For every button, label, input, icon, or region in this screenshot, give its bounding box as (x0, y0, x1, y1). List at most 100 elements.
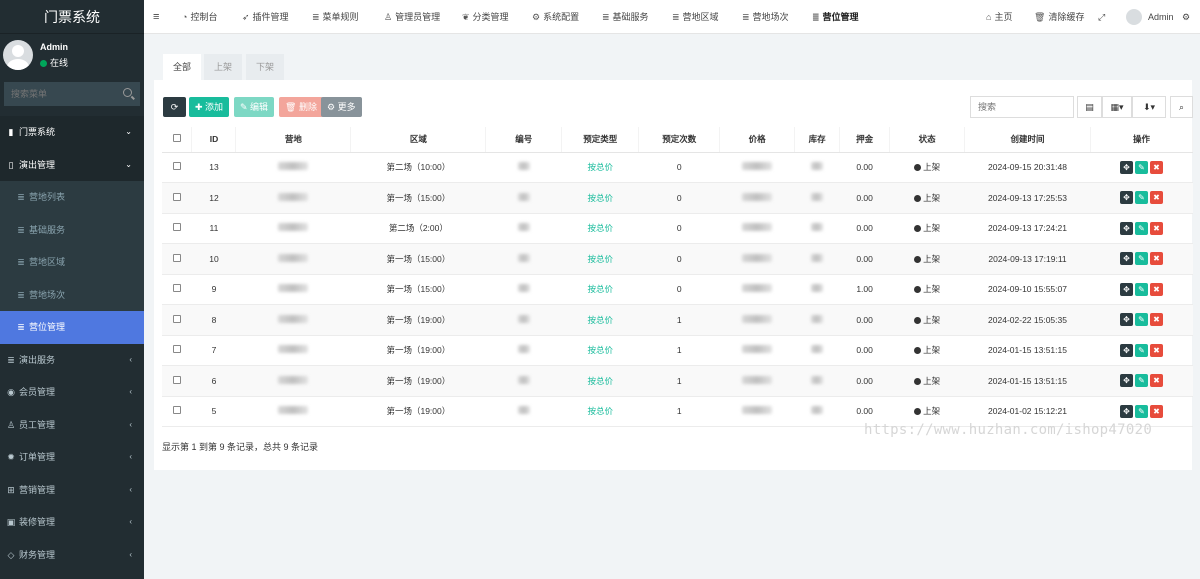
delete-trash-icon[interactable]: ✖ (1149, 160, 1163, 174)
top-nav-item[interactable]: ≣ 营地区域 (672, 0, 719, 34)
sidebar-item[interactable]: ◉ 会员管理 ‹ (0, 376, 144, 409)
sidebar-item[interactable]: ▣ 装修管理 ‹ (0, 506, 144, 539)
row-checkbox[interactable] (172, 162, 181, 171)
top-avatar[interactable] (1126, 9, 1142, 25)
top-nav-home[interactable]: ⌂ 主页 (986, 0, 1012, 34)
settings-gear-icon[interactable]: ⚙ (1182, 0, 1190, 34)
sidebar-item[interactable]: ≣ 营地场次 (0, 278, 144, 311)
top-nav-item[interactable]: ♙ 管理员管理 (384, 0, 440, 34)
cell-booking-type[interactable]: 按总价 (588, 162, 614, 172)
top-nav-item[interactable]: ⚙ 系统配置 (532, 0, 579, 34)
drag-move-icon[interactable]: ✥ (1119, 252, 1133, 266)
sidebar-item[interactable]: ♙ 员工管理 ‹ (0, 409, 144, 442)
menu-toggle-icon[interactable]: ≡ (153, 0, 159, 34)
top-nav-item[interactable]: ◔ 控制台 (182, 0, 217, 34)
sidebar-item[interactable]: ≣ 基础服务 (0, 213, 144, 246)
col-header[interactable]: 区域 (350, 127, 487, 153)
col-header[interactable]: 创建时间 (964, 127, 1091, 153)
cell-status[interactable]: 上架 (923, 406, 940, 416)
row-checkbox[interactable] (172, 223, 181, 232)
drag-move-icon[interactable]: ✥ (1119, 343, 1133, 357)
col-header[interactable]: 状态 (889, 127, 966, 153)
delete-trash-icon[interactable]: ✖ (1149, 221, 1163, 235)
delete-trash-icon[interactable]: ✖ (1149, 313, 1163, 327)
col-header[interactable]: 营地 (235, 127, 352, 153)
add-button[interactable]: ✚ 添加 (189, 97, 230, 117)
cell-booking-type[interactable]: 按总价 (588, 254, 614, 264)
cell-status[interactable]: 上架 (923, 345, 940, 355)
col-header[interactable]: 预定次数 (638, 127, 721, 153)
tab-off-shelf[interactable]: 下架 (246, 54, 285, 80)
top-nav-item[interactable]: ≣ 基础服务 (602, 0, 649, 34)
delete-button[interactable]: 🗑 删除 (279, 97, 323, 117)
edit-pencil-icon[interactable]: ✎ (1134, 313, 1148, 327)
row-checkbox[interactable] (172, 192, 181, 201)
refresh-button[interactable]: ⟳ (163, 97, 186, 117)
drag-move-icon[interactable]: ✥ (1119, 404, 1133, 418)
col-header[interactable]: 预定类型 (561, 127, 640, 153)
edit-pencil-icon[interactable]: ✎ (1134, 282, 1148, 296)
select-all-checkbox[interactable] (172, 134, 181, 143)
top-nav-item[interactable]: ≣ 菜单规则 (312, 0, 359, 34)
cell-booking-type[interactable]: 按总价 (588, 406, 614, 416)
delete-trash-icon[interactable]: ✖ (1149, 252, 1163, 266)
cell-booking-type[interactable]: 按总价 (588, 284, 614, 294)
edit-pencil-icon[interactable]: ✎ (1134, 191, 1148, 205)
row-checkbox[interactable] (172, 284, 181, 293)
cell-status[interactable]: 上架 (923, 162, 940, 172)
table-row[interactable]: 9 第一场（15:00） 按总价 0 1.00 上架 2024-09-10 15:55:07… (162, 274, 1193, 305)
table-row[interactable]: 11 第二场（2:00） 按总价 0 0.00 上架 2024-09-13 17:24:21… (162, 213, 1193, 244)
edit-pencil-icon[interactable]: ✎ (1134, 221, 1148, 235)
delete-trash-icon[interactable]: ✖ (1149, 191, 1163, 205)
edit-button[interactable]: ✎ 编辑 (234, 97, 275, 117)
table-row[interactable]: 7 第一场（19:00） 按总价 1 0.00 上架 2024-01-15 13:51:15… (162, 335, 1193, 366)
cell-booking-type[interactable]: 按总价 (588, 223, 614, 233)
row-checkbox[interactable] (172, 406, 181, 415)
more-button[interactable]: ⚙ 更多 (321, 97, 362, 117)
cell-booking-type[interactable]: 按总价 (588, 376, 614, 386)
top-nav-item[interactable]: ≣ 营位管理 (812, 0, 859, 34)
fullscreen-icon[interactable]: ⤢ (1098, 0, 1105, 34)
row-checkbox[interactable] (172, 345, 181, 354)
top-nav-item[interactable]: ≣ 营地场次 (742, 0, 789, 34)
columns-toggle-icon[interactable]: ▦▾ (1102, 96, 1132, 118)
delete-trash-icon[interactable]: ✖ (1149, 404, 1163, 418)
edit-pencil-icon[interactable]: ✎ (1134, 160, 1148, 174)
app-logo[interactable]: 门票系统 (0, 0, 144, 34)
table-search-input[interactable] (971, 97, 1073, 117)
table-row[interactable]: 6 第一场（19:00） 按总价 1 0.00 上架 2024-01-15 13:51:15… (162, 365, 1193, 397)
row-checkbox[interactable] (172, 314, 181, 323)
sidebar-item[interactable]: ≣ 营地列表 (0, 181, 144, 214)
col-header[interactable]: 编号 (485, 127, 563, 153)
edit-pencil-icon[interactable]: ✎ (1134, 404, 1148, 418)
drag-move-icon[interactable]: ✥ (1119, 221, 1133, 235)
top-nav-clear-cache[interactable]: 🗑 清除缓存 (1034, 0, 1084, 34)
sidebar-item[interactable]: ▯ 演出管理 ⌄ (0, 148, 144, 181)
sidebar-search-input[interactable] (5, 83, 139, 105)
cell-status[interactable]: 上架 (923, 193, 940, 203)
cell-status[interactable]: 上架 (923, 376, 940, 386)
top-nav-item[interactable]: ➶ 插件管理 (242, 0, 289, 34)
drag-move-icon[interactable]: ✥ (1119, 160, 1133, 174)
drag-move-icon[interactable]: ✥ (1119, 374, 1133, 388)
cell-status[interactable]: 上架 (923, 223, 940, 233)
cell-status[interactable]: 上架 (923, 254, 940, 264)
cell-booking-type[interactable]: 按总价 (588, 193, 614, 203)
sidebar-item[interactable]: ≣ 营地区域 (0, 246, 144, 279)
top-nav-admin[interactable]: Admin (1148, 0, 1174, 34)
delete-trash-icon[interactable]: ✖ (1149, 282, 1163, 296)
col-header[interactable]: 价格 (719, 127, 796, 153)
sidebar-item[interactable]: ◇ 财务管理 ‹ (0, 539, 144, 572)
drag-move-icon[interactable]: ✥ (1119, 313, 1133, 327)
cell-booking-type[interactable]: 按总价 (588, 345, 614, 355)
cell-booking-type[interactable]: 按总价 (588, 315, 614, 325)
delete-trash-icon[interactable]: ✖ (1149, 343, 1163, 357)
sidebar-item[interactable]: ≣ 演出服务 ‹ (0, 344, 144, 377)
table-row[interactable]: 10 第一场（15:00） 按总价 0 0.00 上架 2024-09-13 17:19:1… (162, 243, 1193, 275)
edit-pencil-icon[interactable]: ✎ (1134, 343, 1148, 357)
sidebar-item[interactable]: ▮ 门票系统 ⌄ (0, 116, 144, 149)
delete-trash-icon[interactable]: ✖ (1149, 374, 1163, 388)
sidebar-item[interactable]: ⊞ 营销管理 ‹ (0, 474, 144, 507)
row-checkbox[interactable] (172, 253, 181, 262)
drag-move-icon[interactable]: ✥ (1119, 282, 1133, 296)
